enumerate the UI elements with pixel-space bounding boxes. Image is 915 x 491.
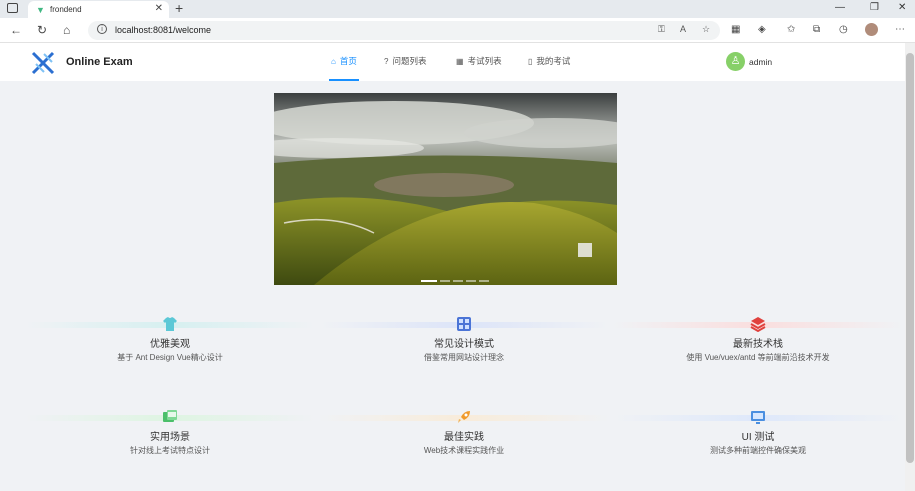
feature-desc: 借鉴常用网站设计理念: [424, 353, 504, 362]
scroll-thumb[interactable]: [906, 53, 914, 463]
username[interactable]: admin: [749, 57, 772, 67]
site-info-icon[interactable]: i: [97, 24, 107, 34]
user-avatar[interactable]: ♙: [726, 52, 745, 71]
banner-carousel[interactable]: [274, 93, 617, 285]
nav-my-exams[interactable]: ▯ 我的考试: [528, 43, 570, 81]
feature-title: 常见设计模式: [434, 339, 494, 350]
question-circle-icon: ?: [384, 57, 389, 66]
file-icon: ▯: [528, 57, 533, 66]
collections-icon[interactable]: ⧉: [813, 24, 820, 35]
home-icon[interactable]: ⌂: [63, 23, 70, 37]
feature-card-patterns: 常见设计模式 借鉴常用网站设计理念: [319, 316, 609, 376]
extensions-icon[interactable]: ▦: [731, 24, 740, 35]
qr-code-mark: [578, 243, 592, 257]
history-icon[interactable]: ◷: [839, 24, 848, 35]
monitor-scene-icon: [163, 410, 177, 422]
window-menu-icon[interactable]: [7, 3, 18, 13]
feature-desc: 测试多种前端控件确保美观: [710, 446, 806, 455]
vue-favicon-icon: ▼: [36, 5, 45, 15]
carousel-dot-1[interactable]: [421, 280, 437, 282]
feature-card-ui-test: UI 测试 测试多种前端控件确保美观: [613, 409, 903, 469]
feature-title: 最佳实践: [444, 432, 484, 443]
screen-icon: [751, 411, 765, 424]
feature-title: 最新技术栈: [733, 339, 783, 350]
tab-close-icon[interactable]: ✕: [155, 3, 163, 14]
read-aloud-icon[interactable]: A: [680, 24, 686, 34]
feature-title: UI 测试: [741, 432, 775, 443]
minimize-icon[interactable]: —: [835, 2, 845, 13]
new-tab-icon[interactable]: +: [175, 0, 183, 16]
tshirt-icon: [163, 317, 177, 331]
brand-title[interactable]: Online Exam: [66, 56, 133, 68]
nav-home[interactable]: ⌂ 首页: [329, 43, 359, 81]
nav-home-label: 首页: [339, 56, 357, 66]
feature-desc: 使用 Vue/vuex/antd 等前端前沿技术开发: [686, 353, 830, 362]
feature-desc: Web技术课程实践作业: [423, 446, 505, 455]
tab-title: frondend: [50, 5, 82, 14]
feature-title: 优雅美观: [150, 339, 190, 350]
layers-stack-icon: [750, 317, 766, 332]
back-icon[interactable]: ←: [10, 23, 22, 37]
feature-desc: 针对线上考试特点设计: [130, 446, 210, 455]
carousel-dot-4[interactable]: [466, 280, 476, 282]
key-icon[interactable]: ⚿: [658, 24, 665, 35]
favorite-icon[interactable]: ☆: [702, 24, 710, 35]
feature-card-elegant: 优雅美观 基于 Ant Design Vue精心设计: [25, 316, 315, 376]
feature-desc: 基于 Ant Design Vue精心设计: [117, 353, 223, 362]
home-icon: ⌂: [331, 57, 336, 66]
browser-toolbar: ← ↻ ⌂ i localhost:8081/welcome ⚿ A ☆ ▦ ◈…: [0, 18, 915, 43]
carousel-dot-2[interactable]: [440, 280, 450, 282]
url-text[interactable]: localhost:8081/welcome: [115, 25, 211, 35]
rocket-icon: [458, 411, 470, 423]
table-icon: ▦: [456, 57, 464, 66]
carousel-dot-3[interactable]: [453, 280, 463, 282]
feature-card-scenario: 实用场景 针对线上考试特点设计: [25, 409, 315, 469]
nav-questions[interactable]: ? 问题列表: [384, 43, 426, 81]
feature-card-tech-stack: 最新技术栈 使用 Vue/vuex/antd 等前端前沿技术开发: [613, 316, 903, 376]
app-header: Online Exam ⌂ 首页 ? 问题列表 ▦ 考试列表 ▯ 我的考试 ♙ admi…: [0, 43, 905, 81]
maximize-icon[interactable]: ❐: [870, 2, 879, 13]
more-menu-icon[interactable]: ⋯: [895, 24, 905, 35]
favorites-icon[interactable]: ✩: [787, 24, 795, 35]
profile-avatar[interactable]: [865, 23, 878, 36]
feature-title: 实用场景: [150, 432, 190, 443]
logo-icon[interactable]: [30, 50, 56, 76]
browser-tab-strip: ▼ frondend ✕ + — ❐ ✕: [0, 0, 915, 18]
reload-icon[interactable]: ↻: [37, 23, 47, 37]
copilot-icon[interactable]: ◈: [758, 24, 766, 35]
close-window-icon[interactable]: ✕: [898, 2, 906, 13]
grid-apps-icon: [457, 317, 471, 331]
user-icon: ♙: [730, 55, 741, 67]
nav-questions-label: 问题列表: [392, 56, 427, 66]
page-scrollbar[interactable]: [905, 43, 915, 491]
landscape-image: [274, 93, 617, 285]
browser-tab[interactable]: ▼ frondend ✕: [28, 1, 169, 18]
feature-card-best-practice: 最佳实践 Web技术课程实践作业: [319, 409, 609, 469]
nav-my-exams-label: 我的考试: [536, 56, 571, 66]
address-bar[interactable]: i localhost:8081/welcome ⚿ A ☆: [88, 21, 720, 40]
carousel-dot-5[interactable]: [479, 280, 489, 282]
nav-exams[interactable]: ▦ 考试列表: [456, 43, 502, 81]
nav-exams-label: 考试列表: [467, 56, 502, 66]
